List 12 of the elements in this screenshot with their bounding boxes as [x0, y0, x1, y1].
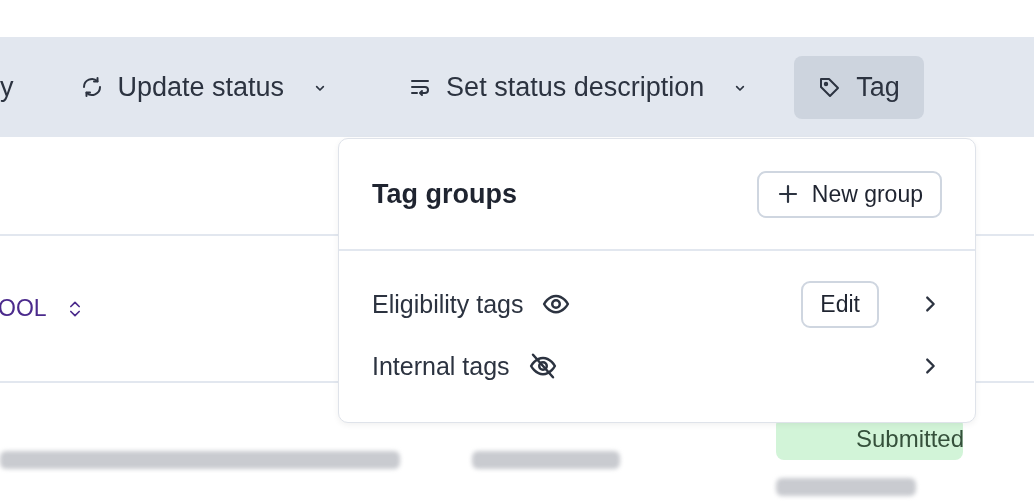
- eye-off-icon: [527, 351, 558, 381]
- tag-group-name: Eligibility tags: [372, 289, 524, 319]
- toolbar-dropdown[interactable]: Update status: [117, 71, 285, 103]
- edit-button[interactable]: Edit: [801, 280, 879, 328]
- new-group-button[interactable]: New group: [756, 170, 942, 218]
- menu-title: Tag groups: [372, 178, 517, 210]
- toolbar-dropdown[interactable]: Set status description: [446, 71, 705, 103]
- tag-group-item[interactable]: Eligibility tags Edit: [339, 273, 975, 335]
- toolbar-label[interactable]: y: [0, 71, 14, 103]
- tag-group-name: Internal tags: [372, 351, 510, 381]
- tag-button[interactable]: Tag: [794, 55, 924, 119]
- tag-group-item[interactable]: Internal tags: [339, 335, 975, 397]
